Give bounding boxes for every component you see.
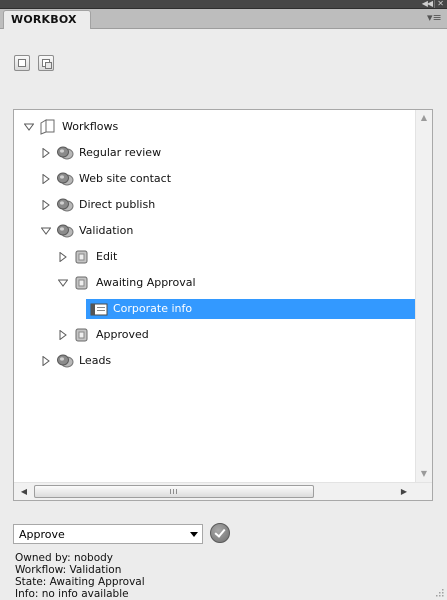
tab-bar: WORKBOX ▾≡ (0, 9, 447, 30)
tree-row-edit[interactable]: Edit (14, 247, 416, 267)
workflow-icon (56, 171, 74, 187)
owned-by-text: Owned by: nobody (15, 552, 114, 564)
tree-row-leads[interactable]: Leads (14, 351, 416, 371)
action-dropdown-value: Approve (19, 528, 65, 541)
scroll-left-icon[interactable]: ◀ (16, 483, 32, 500)
horizontal-scrollbar[interactable]: ◀ III ▶ (14, 482, 432, 500)
title-bar-separator: | (433, 0, 436, 8)
expand-triangle-right-icon[interactable] (41, 174, 51, 184)
tree-row-regular-review[interactable]: Regular review (14, 143, 416, 163)
checkmark-icon (214, 526, 226, 538)
scroll-up-icon[interactable]: ▲ (416, 110, 432, 126)
expand-triangle-down-icon[interactable] (24, 122, 34, 132)
expand-triangle-right-icon[interactable] (41, 356, 51, 366)
state-icon (73, 275, 91, 291)
expand-triangle-right-icon[interactable] (58, 252, 68, 262)
state-text: State: Awaiting Approval (15, 576, 145, 588)
expand-triangle-right-icon[interactable] (41, 148, 51, 158)
tree-row-label: Corporate info (113, 302, 193, 315)
workflow-icon (56, 197, 74, 213)
tree-row-validation[interactable]: Validation (14, 221, 416, 241)
tree-row-awaiting-approval[interactable]: Awaiting Approval (14, 273, 416, 293)
workbox-panel: Workflows Regular review Web site contact D… (0, 29, 447, 600)
workflow-icon (56, 353, 74, 369)
state-icon (73, 327, 91, 343)
item-icon (90, 301, 108, 317)
state-icon (73, 249, 91, 265)
panel-title-bar: ◀◀ | ✕ (0, 0, 447, 9)
workflow-tree: Workflows Regular review Web site contact D… (14, 110, 416, 482)
horizontal-scroll-thumb[interactable]: III (34, 485, 314, 498)
panel-menu-icon[interactable]: ▾≡ (427, 11, 442, 25)
tree-row-label: Workflows (62, 120, 119, 133)
tree-row-label: Direct publish (79, 198, 156, 211)
action-dropdown[interactable]: Approve (13, 524, 203, 544)
tree-row-label: Awaiting Approval (96, 276, 196, 289)
tree-row-label: Validation (79, 224, 134, 237)
vertical-scrollbar[interactable]: ▲ ▼ (415, 110, 432, 482)
tree-row-workflows[interactable]: Workflows (14, 117, 416, 137)
tree-row-label: Edit (96, 250, 118, 263)
tree-row-corporate-info[interactable]: Corporate info (14, 299, 416, 319)
workflow-text: Workflow: Validation (15, 564, 122, 576)
workflow-icon (56, 223, 74, 239)
double-chevron-left-icon[interactable]: ◀◀ (422, 0, 433, 9)
tree-row-label: Web site contact (79, 172, 172, 185)
expand-triangle-right-icon[interactable] (41, 200, 51, 210)
apply-action-button[interactable] (210, 523, 230, 543)
copy-icon[interactable] (37, 55, 54, 71)
tree-row-label: Approved (96, 328, 149, 341)
info-text: Info: no info available (15, 588, 129, 600)
workbox-toolbar (14, 55, 58, 73)
chevron-down-icon (190, 532, 198, 537)
scroll-right-icon[interactable]: ▶ (396, 483, 412, 500)
tree-row-label: Leads (79, 354, 112, 367)
resize-grip-icon[interactable] (434, 587, 444, 597)
tree-row-approved[interactable]: Approved (14, 325, 416, 345)
document-icon[interactable] (14, 55, 30, 71)
workflow-tree-view: Workflows Regular review Web site contact D… (13, 109, 433, 501)
expand-triangle-down-icon[interactable] (58, 278, 68, 288)
close-icon[interactable]: ✕ (437, 0, 444, 9)
tree-row-label: Regular review (79, 146, 162, 159)
item-info: Owned by: nobody Workflow: Validation St… (15, 552, 145, 600)
scroll-grip: III (169, 488, 179, 496)
scroll-down-icon[interactable]: ▼ (416, 466, 432, 482)
tree-row-direct-publish[interactable]: Direct publish (14, 195, 416, 215)
expand-triangle-down-icon[interactable] (41, 226, 51, 236)
tab-workbox[interactable]: WORKBOX (3, 10, 91, 30)
expand-triangle-right-icon[interactable] (58, 330, 68, 340)
tree-row-web-site-contact[interactable]: Web site contact (14, 169, 416, 189)
workflow-icon (56, 145, 74, 161)
folder-icon (39, 119, 57, 135)
